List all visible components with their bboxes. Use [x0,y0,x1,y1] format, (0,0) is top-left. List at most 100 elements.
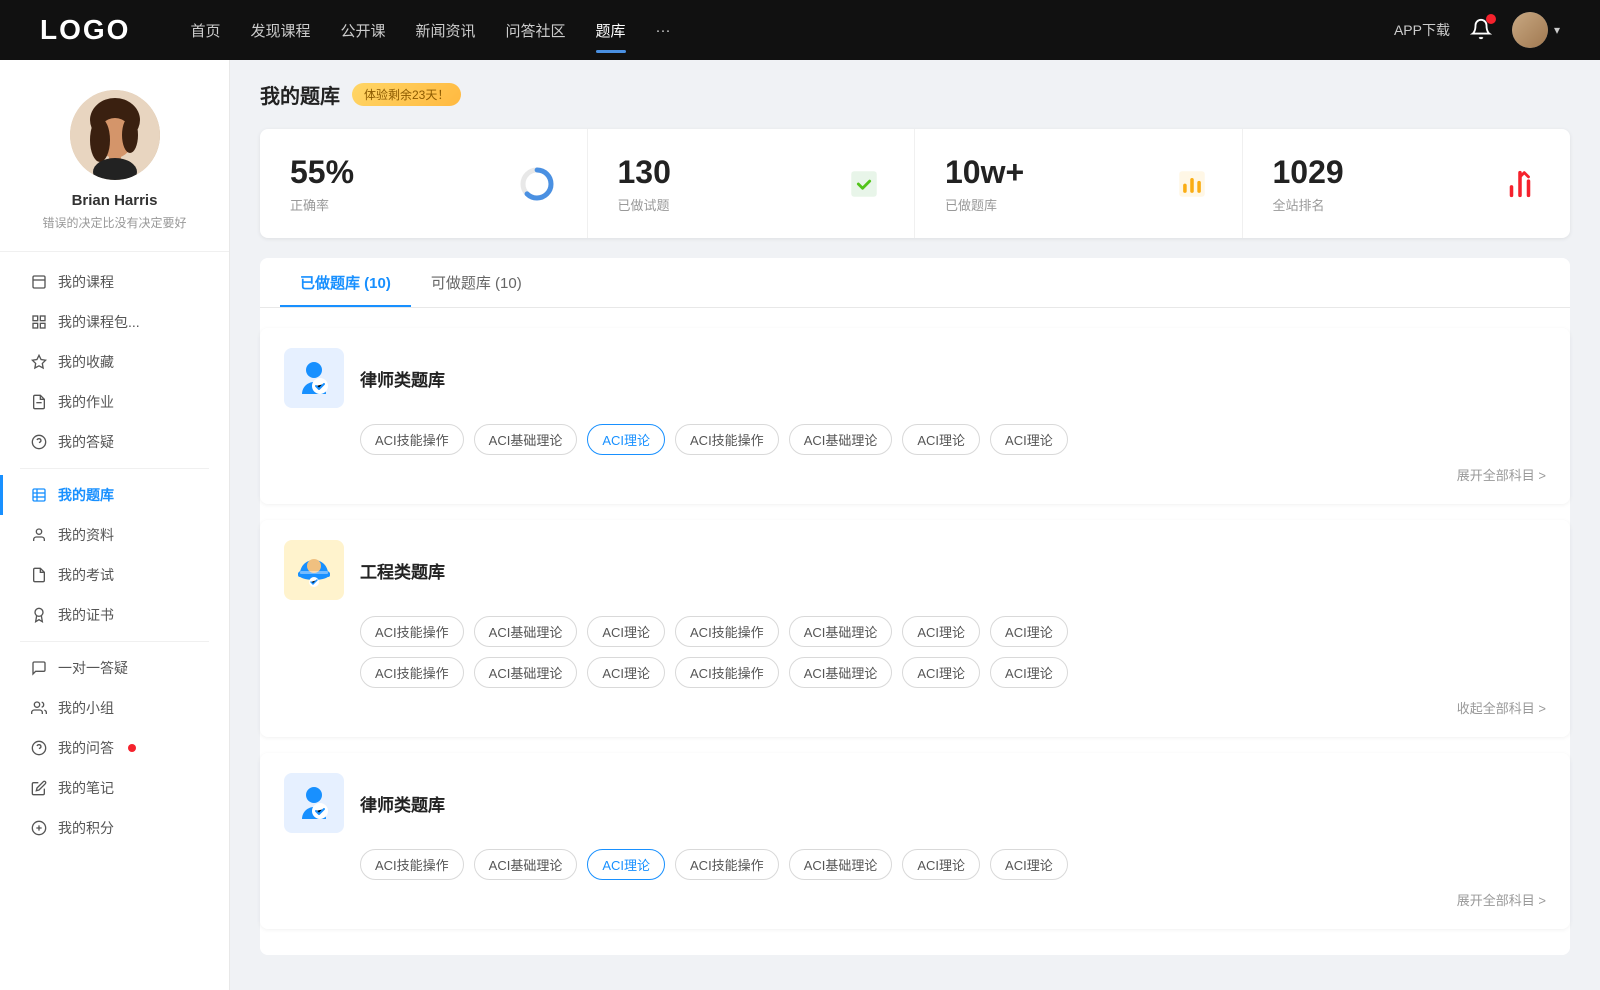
tag[interactable]: ACI理论 [587,616,665,647]
sidebar-item-my-question[interactable]: 我的问答 [0,728,229,768]
collection-icon [30,353,48,371]
content-area: 律师类题库 ACI技能操作ACI基础理论ACI理论ACI技能操作ACI基础理论A… [260,328,1570,955]
tag[interactable]: ACI技能操作 [675,657,779,688]
nav-items: 首页 发现课程 公开课 新闻资讯 问答社区 题库 ··· [190,16,1394,45]
sidebar-item-my-exam[interactable]: 我的考试 [0,555,229,595]
tag[interactable]: ACI技能操作 [360,616,464,647]
nav-open-course[interactable]: 公开课 [340,16,385,45]
tabs: 已做题库 (10) 可做题库 (10) [260,258,1570,308]
nav-discover[interactable]: 发现课程 [250,16,310,45]
sidebar-item-my-qbank[interactable]: 我的题库 [0,475,229,515]
sidebar-item-my-info[interactable]: 我的资料 [0,515,229,555]
sidebar-item-my-cert[interactable]: 我的证书 [0,595,229,635]
qbank-card-3-header: 律师类题库 [284,773,1546,833]
qbank-icon [30,486,48,504]
tag[interactable]: ACI基础理论 [789,657,893,688]
nav-home[interactable]: 首页 [190,16,220,45]
nav-qbank[interactable]: 题库 [596,16,626,45]
sidebar-item-my-points[interactable]: 我的积分 [0,808,229,848]
sidebar-item-my-qa[interactable]: 我的答疑 [0,422,229,462]
sidebar: Brian Harris 错误的决定比没有决定要好 我的课程 我的课程包... [0,60,230,990]
sidebar-item-my-course-pkg[interactable]: 我的课程包... [0,302,229,342]
stat-ranking-value: 1029 [1273,153,1485,191]
sidebar-menu: 我的课程 我的课程包... 我的收藏 我的作业 [0,252,229,858]
stat-done-banks: 10w+ 已做题库 [915,129,1243,238]
sidebar-item-my-homework[interactable]: 我的作业 [0,382,229,422]
tag[interactable]: ACI理论 [990,657,1068,688]
page-title: 我的题库 [260,80,340,109]
tag[interactable]: ACI基础理论 [789,616,893,647]
notification-bell[interactable] [1470,18,1492,43]
tag[interactable]: ACI基础理论 [474,657,578,688]
nav-news[interactable]: 新闻资讯 [416,16,476,45]
tag[interactable]: ACI基础理论 [474,849,578,880]
sidebar-item-my-group[interactable]: 我的小组 [0,688,229,728]
avatar [70,90,160,180]
tag[interactable]: ACI理论 [990,616,1068,647]
sidebar-item-my-course[interactable]: 我的课程 [0,262,229,302]
tag[interactable]: ACI基础理论 [789,424,893,455]
navbar: LOGO 首页 发现课程 公开课 新闻资讯 问答社区 题库 ··· APP下载 … [0,0,1600,60]
tag[interactable]: ACI基础理论 [789,849,893,880]
app-download-link[interactable]: APP下载 [1394,20,1450,40]
expand-link-3[interactable]: 展开全部科目 > [284,890,1546,909]
qbank-card-3: 律师类题库 ACI技能操作ACI基础理论ACI理论ACI技能操作ACI基础理论A… [260,753,1570,929]
tag[interactable]: ACI理论 [902,616,980,647]
user-avatar-wrapper[interactable]: ▾ [1512,12,1560,48]
course-icon [30,273,48,291]
qbank-tags-3: ACI技能操作 ACI基础理论 ACI理论 ACI技能操作 ACI基础理论 ACI理论 AC… [360,849,1546,880]
page-header: 我的题库 体验剩余23天！ [260,80,1570,109]
info-icon [30,526,48,544]
main-content: 我的题库 体验剩余23天！ 55% 正确率 130 [230,60,1600,990]
points-icon [30,819,48,837]
qbank-card-1-header: 律师类题库 [284,348,1546,408]
stat-done-banks-label: 已做题库 [945,195,1156,214]
tag[interactable]: ACI基础理论 [474,424,578,455]
expand-link-1[interactable]: 展开全部科目 > [284,465,1546,484]
notification-badge [1486,14,1496,24]
tag[interactable]: ACI技能操作 [360,424,464,455]
profile-bio: 错误的决定比没有决定要好 [42,214,186,231]
tag[interactable]: ACI技能操作 [360,657,464,688]
sidebar-item-one-on-one[interactable]: 一对一答疑 [0,648,229,688]
tag[interactable]: ACI理论 [990,849,1068,880]
group-icon [30,699,48,717]
tag[interactable]: ACI理论 [587,424,665,455]
qbank-engineer-icon [284,540,344,600]
qbank-card-2-header: 工程类题库 [284,540,1546,600]
logo[interactable]: LOGO [40,14,130,46]
sidebar-item-my-notes[interactable]: 我的笔记 [0,768,229,808]
nav-chevron-icon: ▾ [1554,23,1560,37]
tab-available-banks[interactable]: 可做题库 (10) [411,258,542,307]
tag[interactable]: ACI技能操作 [675,424,779,455]
tag[interactable]: ACI理论 [587,657,665,688]
tag[interactable]: ACI基础理论 [474,616,578,647]
sidebar-item-my-collection[interactable]: 我的收藏 [0,342,229,382]
tab-done-banks[interactable]: 已做题库 (10) [280,258,411,307]
tag[interactable]: ACI理论 [587,849,665,880]
done-questions-icon [844,164,884,204]
tag[interactable]: ACI理论 [902,849,980,880]
tag[interactable]: ACI理论 [902,424,980,455]
homework-icon [30,393,48,411]
nav-qa[interactable]: 问答社区 [506,16,566,45]
qbank-title-1: 律师类题库 [360,366,445,391]
stat-done-questions-label: 已做试题 [618,195,829,214]
tag[interactable]: ACI理论 [902,657,980,688]
qbank-tags-2b: ACI技能操作 ACI基础理论 ACI理论 ACI技能操作 ACI基础理论 ACI理论 AC… [360,657,1546,688]
collapse-link-2[interactable]: 收起全部科目 > [284,698,1546,717]
stat-done-questions: 130 已做试题 [588,129,916,238]
qbank-title-3: 律师类题库 [360,791,445,816]
sidebar-divider-1 [20,468,209,469]
stat-done-questions-value: 130 [618,153,829,191]
course-pkg-icon [30,313,48,331]
profile-name: Brian Harris [72,192,158,209]
cert-icon [30,606,48,624]
tag[interactable]: ACI技能操作 [675,849,779,880]
nav-more[interactable]: ··· [656,18,671,43]
tag[interactable]: ACI技能操作 [360,849,464,880]
tabs-container: 已做题库 (10) 可做题库 (10) [260,258,1570,955]
tag[interactable]: ACI理论 [990,424,1068,455]
stats-grid: 55% 正确率 130 已做试题 [260,129,1570,238]
tag[interactable]: ACI技能操作 [675,616,779,647]
